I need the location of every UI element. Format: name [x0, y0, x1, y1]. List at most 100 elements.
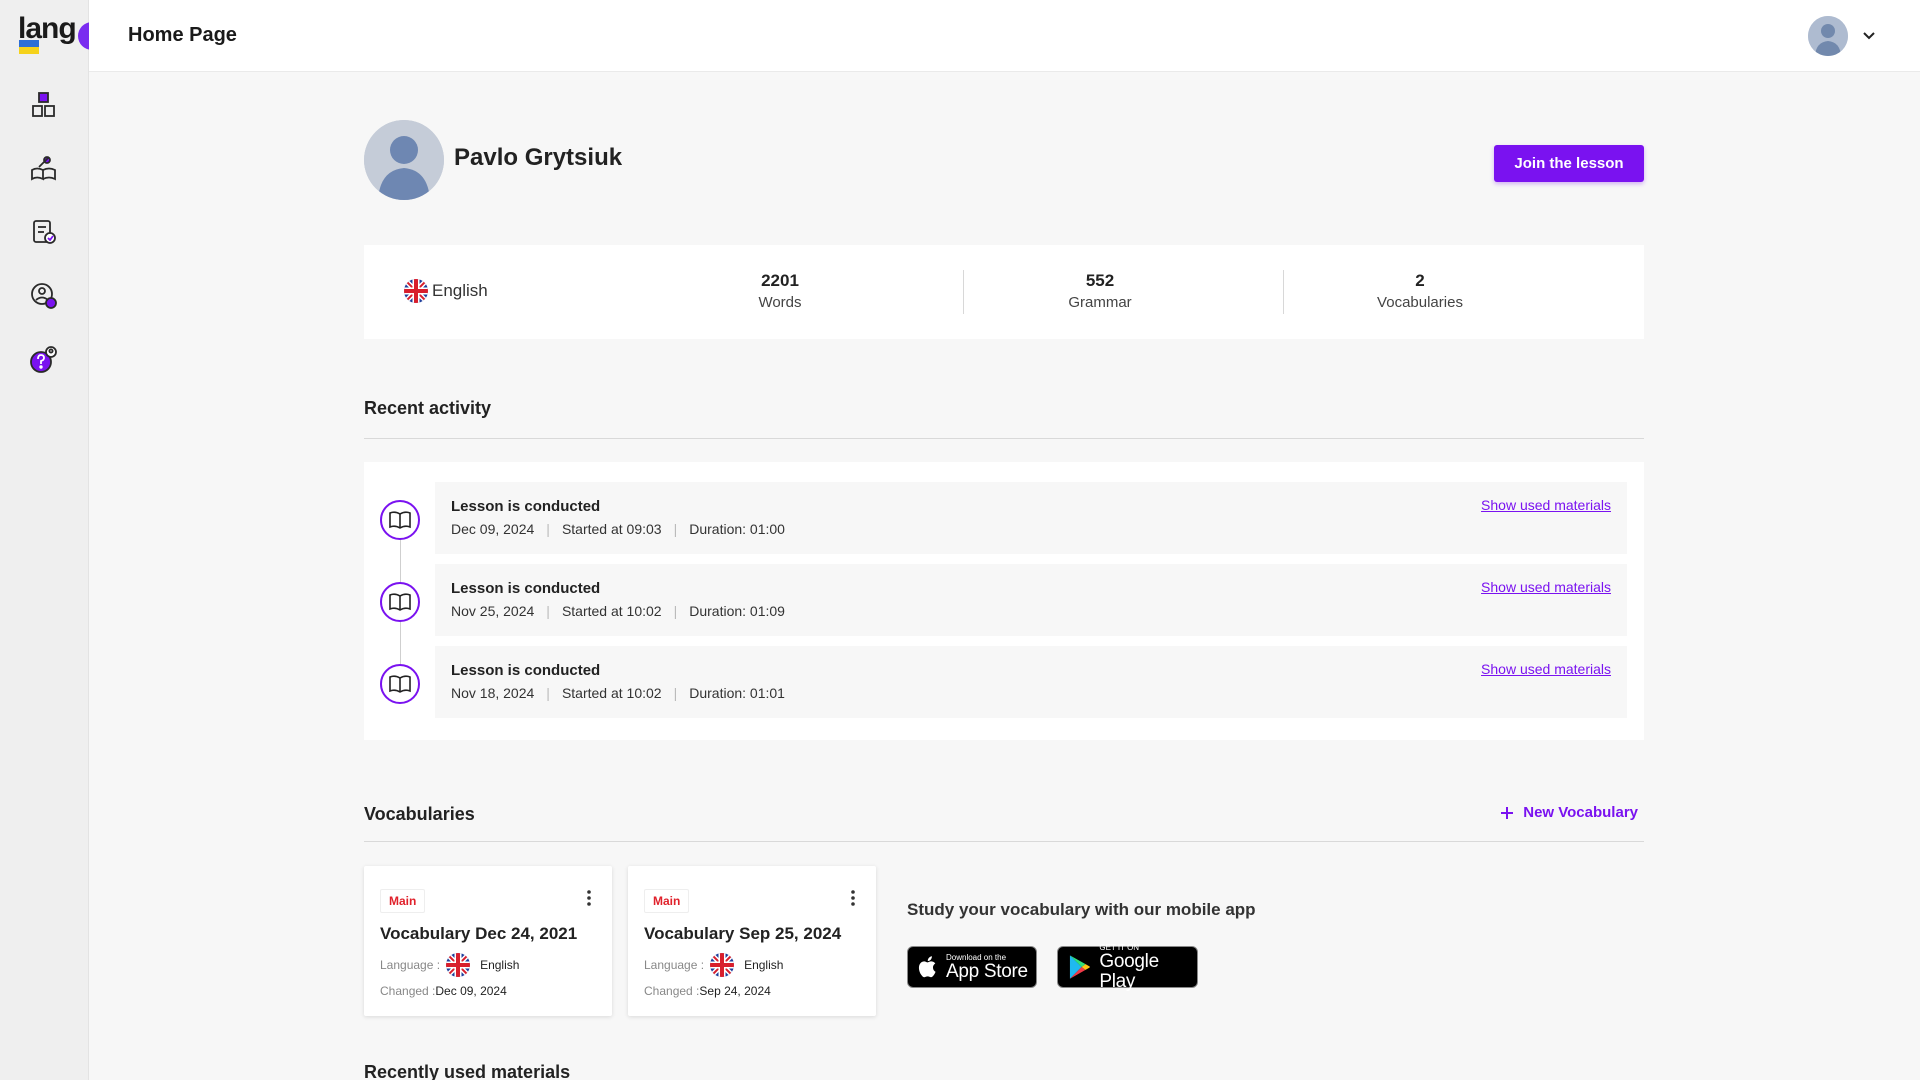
activity-date: Dec 09, 2024 — [451, 521, 535, 537]
main-badge: Main — [644, 889, 690, 913]
user-silhouette-icon — [364, 120, 444, 200]
app-store-big-text: App Store — [946, 960, 1028, 982]
open-book-icon — [380, 582, 420, 622]
vocabulary-title: Vocabulary Sep 25, 2024 — [644, 924, 842, 943]
stat-value: 552 — [1085, 271, 1115, 290]
ukraine-flag-icon — [19, 40, 39, 54]
uk-flag-icon — [446, 953, 471, 977]
recent-activity-title: Recent activity — [364, 398, 492, 418]
google-play-icon — [1069, 955, 1090, 979]
google-play-button[interactable]: GET IT ON Google Play — [1057, 943, 1198, 991]
sidebar-item-tests[interactable] — [28, 216, 60, 248]
language-field-label: Language : — [644, 958, 705, 972]
vocabulary-language: Language : English — [644, 953, 783, 977]
help-icon — [30, 346, 57, 373]
chevron-down-icon[interactable] — [1862, 31, 1876, 41]
list-item: Lesson is conducted Nov 18, 2024 | Starte… — [435, 646, 1627, 718]
sidebar-item-dashboard[interactable] — [28, 89, 60, 121]
activity-meta: Dec 09, 2024 | Started at 09:03 | Duration… — [451, 521, 785, 537]
divider — [364, 438, 1644, 439]
show-materials-link[interactable]: Show used materials — [1481, 579, 1611, 595]
vocabulary-language: Language : English — [380, 953, 519, 977]
vocabulary-card[interactable]: Main Vocabulary Sep 25, 2024 Language : … — [628, 866, 876, 1016]
language-label: English — [432, 281, 488, 300]
list-item: Lesson is conducted Nov 25, 2024 | Starte… — [435, 564, 1627, 636]
stat-words: 2201 Words — [620, 271, 940, 311]
activity-start: Started at 10:02 — [561, 685, 662, 701]
main-content: Pavlo Grytsiuk Join the lesson English 2… — [364, 120, 1644, 1080]
mobile-app-promo: Study your vocabulary with our mobile ap… — [907, 900, 1256, 919]
stat-label: Grammar — [1068, 294, 1132, 311]
activity-date: Nov 18, 2024 — [451, 685, 535, 701]
blocks-icon — [32, 92, 55, 117]
stat-grammar: 552 Grammar — [940, 271, 1260, 311]
page-title: Home Page — [128, 24, 237, 46]
show-materials-link[interactable]: Show used materials — [1481, 661, 1611, 677]
more-options-icon[interactable] — [584, 888, 594, 908]
sidebar-item-library[interactable] — [28, 152, 60, 184]
sidebar: lang — [0, 0, 106, 1080]
profile-header: Pavlo Grytsiuk Join the lesson — [364, 120, 1644, 200]
avatar[interactable] — [1808, 16, 1848, 56]
language-indicator: English — [404, 279, 488, 303]
user-menu[interactable] — [1808, 16, 1884, 56]
new-vocabulary-label: New Vocabulary — [1523, 804, 1638, 821]
avatar — [364, 120, 444, 200]
activity-title: Lesson is conducted — [451, 498, 601, 515]
vocabulary-changed: Changed : Sep 24, 2024 — [644, 984, 771, 998]
recent-materials-title: Recently used materials — [364, 1062, 571, 1080]
uk-flag-icon — [710, 953, 735, 977]
stat-vocabularies: 2 Vocabularies — [1260, 271, 1580, 311]
user-silhouette-icon — [1808, 16, 1848, 56]
activity-title: Lesson is conducted — [451, 580, 601, 597]
activity-timeline: Lesson is conducted Dec 09, 2024 | Starte… — [364, 462, 1644, 740]
new-vocabulary-button[interactable]: New Vocabulary — [1499, 804, 1638, 821]
activity-duration: Duration: 01:01 — [689, 685, 785, 701]
activity-start: Started at 09:03 — [561, 521, 662, 537]
books-icon — [31, 156, 56, 181]
vocabulary-language-value: English — [480, 958, 520, 972]
vocabularies-title: Vocabularies — [364, 804, 475, 824]
stats-panel: English 2201 Words 552 Grammar 2 Vocabul… — [364, 245, 1644, 339]
vocabulary-changed-value: Dec 09, 2024 — [435, 984, 507, 998]
test-icon — [33, 220, 56, 244]
vocabulary-changed-value: Sep 24, 2024 — [699, 984, 771, 998]
uk-flag-icon — [404, 279, 428, 303]
changed-field-label: Changed : — [380, 984, 436, 998]
students-icon — [31, 283, 57, 309]
activity-duration: Duration: 01:09 — [689, 603, 785, 619]
activity-start: Started at 10:02 — [561, 603, 662, 619]
stat-label: Vocabularies — [1377, 294, 1463, 311]
join-lesson-button[interactable]: Join the lesson — [1494, 145, 1644, 182]
activity-meta: Nov 18, 2024 | Started at 10:02 | Duration… — [451, 685, 785, 701]
sidebar-item-help[interactable] — [28, 344, 60, 376]
vocabulary-title: Vocabulary Dec 24, 2021 — [380, 924, 578, 943]
plus-icon — [1501, 806, 1514, 819]
app-logo[interactable]: lang — [18, 12, 106, 58]
language-field-label: Language : — [380, 958, 441, 972]
vocabulary-language-value: English — [744, 958, 784, 972]
changed-field-label: Changed : — [644, 984, 700, 998]
vocabulary-changed: Changed : Dec 09, 2024 — [380, 984, 507, 998]
google-play-big-text: Google Play — [1099, 950, 1159, 992]
vocabulary-card[interactable]: Main Vocabulary Dec 24, 2021 Language : … — [364, 866, 612, 1016]
app-store-button[interactable]: Download on the App Store — [907, 946, 1037, 988]
stat-label: Words — [758, 294, 802, 311]
divider — [364, 841, 1644, 842]
top-header: Home Page — [89, 0, 1920, 72]
activity-date: Nov 25, 2024 — [451, 603, 535, 619]
activity-title: Lesson is conducted — [451, 662, 601, 679]
stat-value: 2 — [1415, 271, 1425, 290]
list-item: Lesson is conducted Dec 09, 2024 | Starte… — [435, 482, 1627, 554]
sidebar-item-students[interactable] — [28, 280, 60, 312]
activity-meta: Nov 25, 2024 | Started at 10:02 | Duration… — [451, 603, 785, 619]
more-options-icon[interactable] — [848, 888, 858, 908]
open-book-icon — [380, 664, 420, 704]
main-badge: Main — [380, 889, 426, 913]
student-name: Pavlo Grytsiuk — [454, 144, 623, 171]
open-book-icon — [380, 500, 420, 540]
activity-duration: Duration: 01:00 — [689, 521, 785, 537]
stat-value: 2201 — [761, 271, 799, 290]
apple-icon — [918, 956, 936, 978]
show-materials-link[interactable]: Show used materials — [1481, 497, 1611, 513]
